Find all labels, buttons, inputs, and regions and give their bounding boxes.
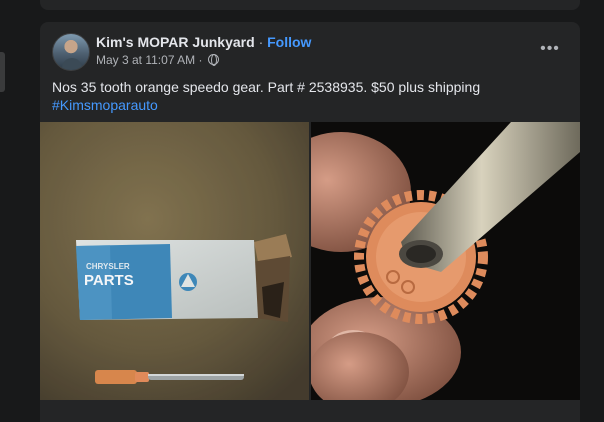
previous-post-edge — [40, 0, 580, 10]
photo-grid: CHRYSLER PARTS — [40, 122, 580, 400]
box-photo-drawing: CHRYSLER PARTS — [40, 122, 309, 400]
box-brand-line2: PARTS — [84, 272, 134, 289]
post-card: Kim's MOPAR Junkyard · Follow May 3 at 1… — [40, 22, 580, 422]
follow-button[interactable]: Follow — [267, 34, 311, 50]
post-timestamp[interactable]: May 3 at 11:07 AM — [96, 53, 195, 67]
author-avatar[interactable] — [52, 33, 90, 71]
left-panel-edge — [0, 52, 5, 92]
globe-icon — [207, 54, 219, 66]
box-brand-line1: CHRYSLER — [86, 262, 130, 271]
author-name[interactable]: Kim's MOPAR Junkyard — [96, 34, 255, 50]
photo-box-on-carpet[interactable]: CHRYSLER PARTS — [40, 122, 309, 400]
gear-photo-drawing — [311, 122, 580, 400]
author-line: Kim's MOPAR Junkyard · Follow — [96, 34, 311, 50]
author-separator: · — [258, 34, 264, 50]
post-meta: May 3 at 11:07 AM · — [96, 53, 219, 67]
post-caption: Nos 35 tooth orange speedo gear. Part # … — [52, 78, 568, 114]
post-header: Kim's MOPAR Junkyard · Follow May 3 at 1… — [52, 33, 568, 73]
caption-text: Nos 35 tooth orange speedo gear. Part # … — [52, 79, 481, 95]
meta-separator: · — [198, 53, 203, 67]
photo-gear-closeup[interactable] — [311, 122, 580, 400]
more-options-icon[interactable]: ••• — [538, 39, 562, 63]
hashtag-link[interactable]: #Kimsmoparauto — [52, 96, 568, 114]
